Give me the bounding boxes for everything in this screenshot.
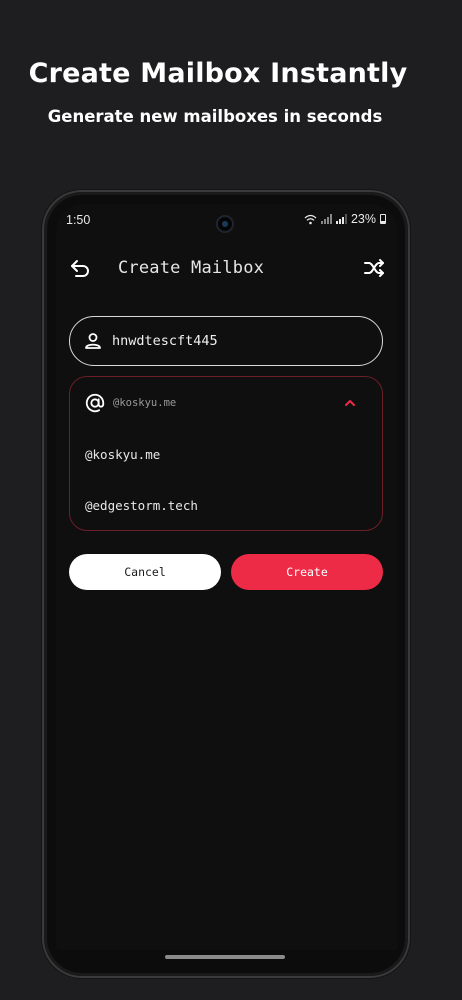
cancel-button[interactable]: Cancel [69, 554, 221, 590]
username-value[interactable]: hnwdtescft445 [112, 333, 218, 349]
shuffle-icon[interactable] [362, 256, 386, 280]
domain-option-koskyu[interactable]: @koskyu.me [85, 447, 160, 462]
battery-icon [380, 214, 386, 224]
person-icon [85, 333, 101, 349]
page-title: Create Mailbox [118, 258, 265, 278]
chevron-up-icon[interactable] [342, 395, 358, 411]
status-bar: 1:50 23% [56, 204, 398, 236]
app-bar: Create Mailbox [56, 248, 398, 288]
status-time: 1:50 [66, 213, 91, 227]
back-arrow-icon[interactable] [68, 256, 92, 280]
at-icon [85, 393, 105, 413]
username-input[interactable]: hnwdtescft445 [69, 316, 383, 366]
phone-screen: 1:50 23% Create Mailbox hnwdtescft445 @k… [56, 204, 398, 950]
promo-title: Create Mailbox Instantly [28, 58, 408, 89]
create-button[interactable]: Create [231, 554, 383, 590]
domain-dropdown[interactable]: @koskyu.me @koskyu.me @edgestorm.tech [69, 376, 383, 531]
signal-icon-2 [335, 214, 347, 224]
status-icons: 23% [304, 212, 386, 226]
home-indicator[interactable] [165, 955, 285, 959]
signal-icon [320, 214, 332, 224]
domain-selected-value: @koskyu.me [113, 397, 177, 409]
promo-subtitle: Generate new mailboxes in seconds [47, 107, 383, 126]
battery-percent: 23% [350, 212, 376, 226]
wifi-icon [304, 214, 317, 224]
front-camera-icon [216, 215, 234, 233]
domain-option-edgestorm[interactable]: @edgestorm.tech [85, 498, 198, 513]
